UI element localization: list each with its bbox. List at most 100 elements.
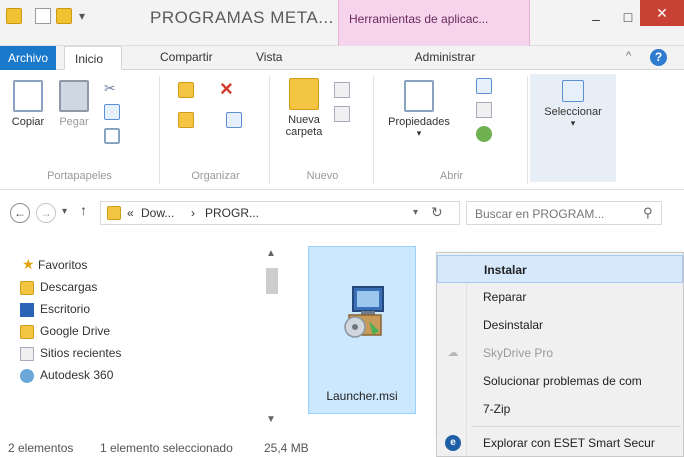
copy-to-icon[interactable] (178, 112, 194, 128)
window-title: PROGRAMAS META... (150, 8, 334, 27)
search-placeholder: Buscar en PROGRAM... (475, 207, 605, 221)
properties-label: Propiedades (388, 116, 450, 128)
star-icon: ★ (22, 256, 35, 272)
cut-icon[interactable]: ✂ (104, 80, 120, 96)
tab-share[interactable]: Compartir (160, 50, 213, 64)
up-arrow-icon[interactable]: ↑ (80, 202, 87, 218)
search-icon[interactable]: ⚲ (643, 205, 653, 221)
paste-shortcut-icon[interactable] (104, 128, 120, 144)
delete-icon[interactable]: × (220, 76, 233, 102)
status-bar: 2 elementos 1 elemento seleccionado 25,4… (0, 436, 436, 457)
status-selection: 1 elemento seleccionado (100, 441, 233, 455)
nav-item-label: Escritorio (40, 302, 91, 316)
nav-favorites-label: Favoritos (38, 258, 88, 272)
recent-locations-icon[interactable]: ▾ (62, 206, 67, 217)
nav-item-google-drive[interactable]: Google Drive (20, 324, 110, 339)
easy-access-icon[interactable] (334, 106, 350, 122)
tab-view[interactable]: Vista (256, 50, 282, 64)
open-group: Propiedades ▾ Abrir (376, 76, 528, 184)
nav-item-label: Sitios recientes (40, 346, 122, 360)
search-input[interactable]: Buscar en PROGRAM... ⚲ (466, 201, 662, 225)
folder-icon (6, 8, 22, 24)
quick-access-toolbar: ▾ (6, 8, 85, 24)
menu-item-label: Solucionar problemas de com (483, 374, 642, 388)
msi-installer-icon (344, 286, 384, 338)
edit-icon[interactable] (476, 102, 492, 118)
address-folder-icon (107, 206, 121, 220)
new-group-label: Nuevo (306, 170, 339, 182)
breadcrumb-current[interactable]: PROGR... (205, 206, 259, 220)
menu-item-7zip[interactable]: 7-Zip (437, 395, 683, 423)
close-button[interactable]: ✕ (640, 0, 684, 26)
menu-item-troubleshoot[interactable]: Solucionar problemas de com (437, 367, 683, 395)
menu-item-label: Instalar (484, 263, 527, 277)
move-to-icon[interactable] (178, 82, 194, 98)
scroll-down-icon[interactable]: ▼ (266, 414, 276, 425)
breadcrumb-downloads[interactable]: Dow... (141, 206, 174, 220)
collapse-ribbon-icon[interactable]: ^ (626, 50, 631, 62)
minimize-button[interactable]: – (582, 6, 610, 32)
eset-icon: e (445, 435, 461, 451)
scroll-thumb[interactable] (266, 268, 278, 294)
nav-item-desktop[interactable]: Escritorio (20, 302, 91, 317)
history-icon[interactable] (476, 126, 492, 142)
open-icon[interactable] (476, 78, 492, 94)
recent-places-icon (20, 347, 34, 361)
copy-path-icon[interactable] (104, 104, 120, 120)
address-bar[interactable]: « Dow... › PROGR... ▾ ↻ (100, 201, 460, 225)
rename-icon[interactable] (226, 112, 242, 128)
google-drive-icon (20, 325, 34, 339)
context-menu: Instalar Reparar Desinstalar ☁ SkyDrive … (436, 252, 684, 457)
maximize-button[interactable]: □ (614, 4, 642, 30)
menu-item-uninstall[interactable]: Desinstalar (437, 311, 683, 339)
properties-button[interactable]: Propiedades ▾ (384, 80, 454, 139)
nav-favorites[interactable]: ★ Favoritos (22, 256, 88, 272)
organize-group: × Organizar (162, 76, 270, 184)
new-folder-icon[interactable] (56, 8, 72, 24)
menu-item-skydrive-pro[interactable]: ☁ SkyDrive Pro (437, 339, 683, 367)
properties-icon[interactable] (35, 8, 51, 24)
open-group-label: Abrir (439, 170, 464, 182)
customize-qat-dropdown-icon[interactable]: ▾ (79, 9, 85, 23)
nav-scrollbar[interactable]: ▲ ▼ (262, 244, 280, 428)
desktop-icon (20, 303, 34, 317)
select-label: Seleccionar (544, 106, 602, 118)
menu-item-label: Reparar (483, 290, 527, 304)
navigation-pane: ★ Favoritos Descargas Escritorio Google … (0, 236, 290, 426)
menu-item-repair[interactable]: Reparar (437, 283, 683, 311)
paste-button[interactable]: Pegar (52, 80, 96, 128)
breadcrumb-overflow[interactable]: « (127, 206, 134, 220)
autodesk-360-icon (20, 369, 34, 383)
file-item-launcher[interactable]: Launcher.msi (308, 246, 416, 414)
tab-file[interactable]: Archivo (0, 46, 56, 70)
menu-item-eset-scan[interactable]: e Explorar con ESET Smart Secur (437, 429, 683, 457)
new-folder-big-icon (289, 78, 319, 110)
contextual-tab-label: Herramientas de aplicac... (349, 12, 489, 26)
nav-item-downloads[interactable]: Descargas (20, 280, 97, 295)
new-folder-button[interactable]: Nueva carpeta (280, 78, 328, 138)
new-item-icon[interactable] (334, 82, 350, 98)
refresh-icon[interactable]: ↻ (431, 204, 443, 221)
skydrive-cloud-icon: ☁ (447, 347, 459, 359)
tab-manage[interactable]: Administrar (360, 50, 530, 64)
tab-home[interactable]: Inicio (64, 46, 122, 70)
address-dropdown-icon[interactable]: ▾ (413, 207, 418, 218)
forward-arrow-icon[interactable]: → (36, 203, 56, 223)
scroll-up-icon[interactable]: ▲ (266, 248, 276, 259)
copy-icon (13, 80, 43, 112)
new-group: Nueva carpeta Nuevo (272, 76, 374, 184)
select-button[interactable]: Seleccionar ▾ (532, 80, 614, 129)
file-name: Launcher.msi (326, 389, 398, 403)
copy-button[interactable]: Copiar (6, 80, 50, 128)
ribbon: Copiar Pegar ✂ Portapapeles × Organizar … (0, 70, 684, 190)
breadcrumb-separator-icon[interactable]: › (191, 206, 195, 220)
organize-group-label: Organizar (191, 170, 240, 182)
nav-item-autodesk-360[interactable]: Autodesk 360 (20, 368, 113, 383)
help-icon[interactable]: ? (650, 49, 667, 66)
select-dropdown-icon: ▾ (570, 118, 576, 128)
paste-icon (59, 80, 89, 112)
back-arrow-icon[interactable]: ← (10, 203, 30, 223)
menu-item-install[interactable]: Instalar (437, 255, 683, 283)
nav-item-recent-places[interactable]: Sitios recientes (20, 346, 122, 361)
menu-item-label: Desinstalar (483, 318, 544, 332)
